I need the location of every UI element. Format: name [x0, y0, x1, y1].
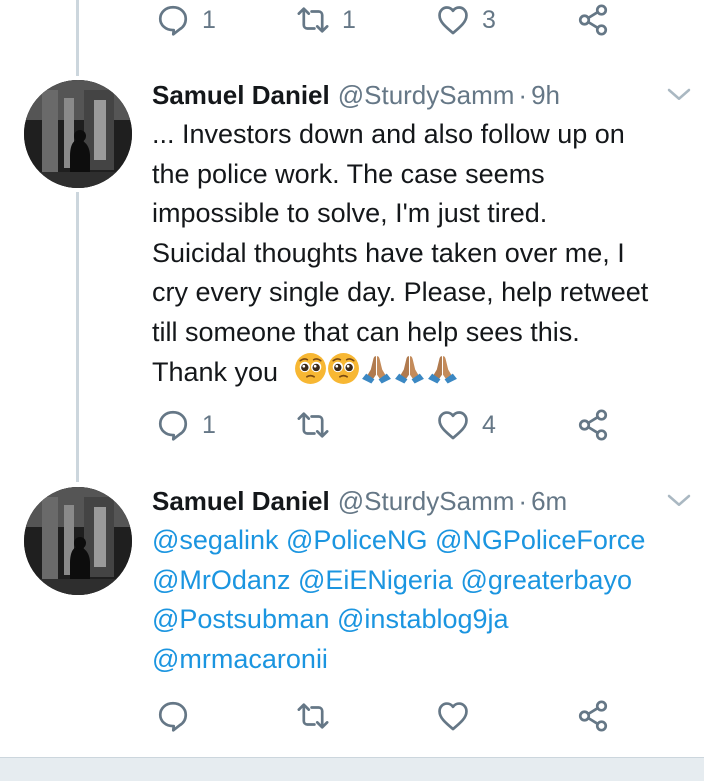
reply-count: 1	[202, 410, 216, 439]
like-button[interactable]	[436, 696, 482, 736]
share-button[interactable]	[576, 405, 610, 445]
separator: ·	[518, 485, 528, 516]
retweet-icon	[296, 408, 330, 442]
tweet-text: ... Investors down and also follow up on…	[152, 115, 697, 393]
heart-icon	[436, 699, 470, 733]
tweet-line: ... Investors down and also follow up on	[152, 119, 625, 149]
like-button[interactable]: 3	[436, 0, 496, 40]
avatar-photo	[24, 487, 132, 595]
thread-line-top	[76, 0, 79, 76]
author-handle[interactable]: @SturdySamm	[338, 80, 515, 111]
mention-link[interactable]: @instablog9ja	[337, 604, 509, 634]
reply-count: 1	[202, 5, 216, 34]
retweet-icon	[296, 3, 330, 37]
tweet-header: Samuel Daniel @SturdySamm · 6m	[152, 484, 567, 518]
pleading-face-emoji-icon	[294, 352, 327, 385]
reply-button[interactable]	[156, 696, 202, 736]
tweet-line: impossible to solve, I'm just tired.	[152, 198, 548, 228]
heart-icon	[436, 3, 470, 37]
reply-icon	[156, 3, 190, 37]
mention-link[interactable]: @segalink	[152, 525, 278, 555]
reply-button[interactable]: 1	[156, 0, 216, 40]
tweet-line: till someone that can help sees this.	[152, 316, 580, 347]
tweet-actions	[152, 696, 622, 736]
tweet-header: Samuel Daniel @SturdySamm · 9h	[152, 78, 560, 112]
retweet-icon	[296, 699, 330, 733]
tweet-line: the police work. The case seems	[152, 158, 545, 189]
mention-line: @Postsubman @instablog9ja	[152, 600, 697, 640]
share-icon	[576, 408, 610, 442]
reply-icon	[156, 699, 190, 733]
mention-link[interactable]: @mrmacaronii	[152, 644, 328, 674]
author-name[interactable]: Samuel Daniel	[152, 486, 330, 517]
tweet-time[interactable]: 6m	[531, 486, 567, 517]
thread-line-middle	[76, 192, 79, 482]
chevron-down-icon[interactable]	[664, 486, 694, 516]
mention-link[interactable]: @Postsubman	[152, 604, 330, 634]
tweet-time[interactable]: 9h	[531, 80, 560, 111]
separator: ·	[518, 79, 528, 110]
tweet-line-last: Thank you	[152, 352, 697, 393]
avatar[interactable]	[24, 80, 132, 188]
folded-hands-emoji-icon	[360, 352, 393, 385]
mention-link[interactable]: @greaterbayo	[460, 565, 632, 595]
folded-hands-emoji-icon	[426, 352, 459, 385]
share-button[interactable]	[576, 696, 610, 736]
mention-line: @segalink @PoliceNG @NGPoliceForce	[152, 521, 697, 561]
retweet-count: 1	[342, 5, 356, 34]
mention-line: @mrmacaronii	[152, 640, 697, 680]
share-icon	[576, 699, 610, 733]
retweet-button[interactable]: 1	[296, 0, 356, 40]
tweet-line: cry every single day. Please, help retwe…	[152, 277, 649, 307]
pleading-face-emoji-icon	[327, 352, 360, 385]
author-name[interactable]: Samuel Daniel	[152, 80, 330, 111]
retweet-button[interactable]	[296, 405, 342, 445]
tweet-actions: 1 4	[152, 405, 622, 445]
bottom-divider	[0, 757, 704, 781]
avatar[interactable]	[24, 487, 132, 595]
heart-icon	[436, 408, 470, 442]
retweet-button[interactable]	[296, 696, 342, 736]
like-count: 4	[482, 410, 496, 439]
like-count: 3	[482, 5, 496, 34]
reply-button[interactable]: 1	[156, 405, 216, 445]
chevron-down-icon[interactable]	[664, 80, 694, 110]
mention-link[interactable]: @PoliceNG	[286, 525, 427, 555]
tweet-line: Thank you	[152, 357, 279, 387]
share-icon	[576, 3, 610, 37]
tweet-line: Suicidal thoughts have taken over me, I	[152, 237, 625, 268]
mention-link[interactable]: @MrOdanz	[152, 565, 290, 595]
folded-hands-emoji-icon	[393, 352, 426, 385]
mention-line: @MrOdanz @EiENigeria @greaterbayo	[152, 561, 697, 601]
share-button[interactable]	[576, 0, 610, 40]
tweet-text: @segalink @PoliceNG @NGPoliceForce @MrOd…	[152, 521, 697, 679]
mention-link[interactable]: @NGPoliceForce	[435, 525, 645, 555]
like-button[interactable]: 4	[436, 405, 496, 445]
tweet-actions: 1 1 3	[152, 0, 622, 40]
author-handle[interactable]: @SturdySamm	[338, 486, 515, 517]
mention-link[interactable]: @EiENigeria	[298, 565, 453, 595]
reply-icon	[156, 408, 190, 442]
avatar-photo	[24, 80, 132, 188]
